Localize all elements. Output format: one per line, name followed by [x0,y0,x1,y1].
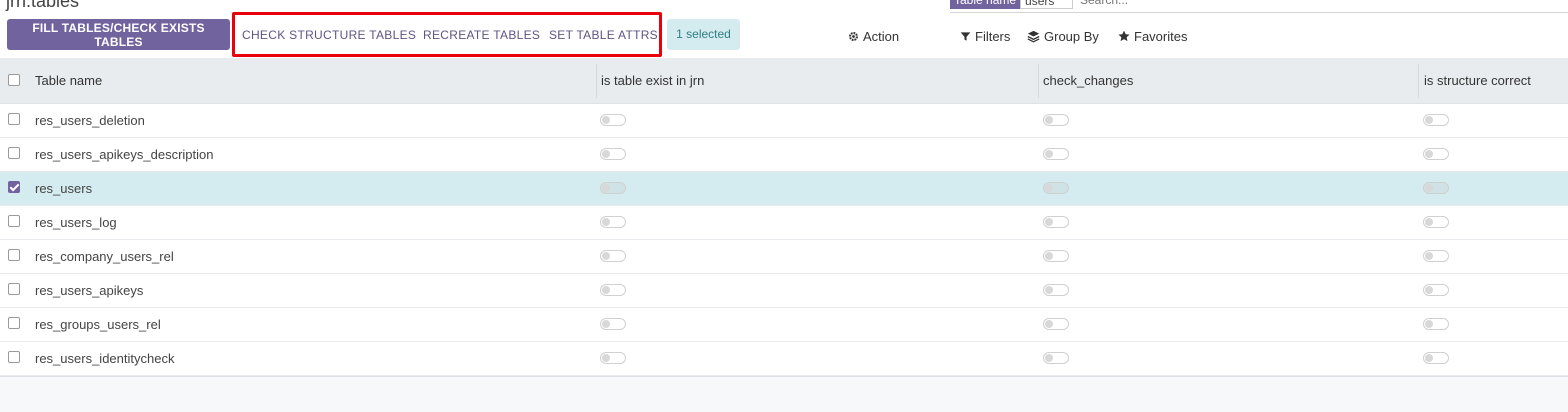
action-menu-button[interactable]: Action [848,26,899,46]
table-row[interactable]: res_company_users_rel [0,240,1568,274]
toggle-check-changes[interactable] [1043,148,1069,160]
toggle-exists[interactable] [600,250,626,262]
toggle-exists[interactable] [600,148,626,160]
search-facet[interactable]: Table name users [950,0,1074,9]
cell-table-name: res_company_users_rel [35,249,174,264]
filters-label: Filters [975,28,1011,44]
action-label: Action [863,28,900,44]
filter-icon [960,31,971,42]
column-header-exists[interactable]: is table exist in jrn [601,58,704,104]
cell-table-name: res_users_apikeys_description [35,147,214,162]
recreate-tables-button[interactable]: RECREATE TABLES [423,26,540,44]
row-checkbox[interactable] [8,317,20,329]
column-separator[interactable] [1038,64,1039,98]
toggle-structure-correct[interactable] [1423,284,1449,296]
filters-button[interactable]: Filters [960,26,1010,46]
toggle-structure-correct[interactable] [1423,250,1449,262]
table-row[interactable]: res_users_identitycheck [0,342,1568,376]
check-structure-tables-button[interactable]: CHECK STRUCTURE TABLES [242,26,416,44]
table-row[interactable]: res_users_log [0,206,1568,240]
row-checkbox[interactable] [8,147,20,159]
search-facet-label: Table name [950,0,1021,9]
search-input[interactable] [1080,0,1380,7]
column-header-check-changes[interactable]: check_changes [1043,58,1133,104]
group-by-label: Group By [1044,28,1099,44]
table-row[interactable]: res_groups_users_rel [0,308,1568,342]
toggle-structure-correct[interactable] [1423,148,1449,160]
set-table-attrs-button[interactable]: SET TABLE ATTRS [549,26,658,44]
column-separator[interactable] [596,64,597,98]
cell-table-name: res_users [35,181,93,196]
toggle-exists[interactable] [600,182,626,194]
fill-tables-button[interactable]: FILL TABLES/CHECK EXISTS TABLES [7,19,230,50]
page-title: jrn.tables [6,0,80,11]
search-facet-value: users [1020,0,1074,9]
layers-icon [1027,30,1040,43]
toggle-exists[interactable] [600,114,626,126]
column-separator[interactable] [1418,64,1419,98]
row-checkbox[interactable] [8,113,20,125]
control-panel: jrn.tables Table name users FILL TABLES/… [0,0,1568,58]
toggle-structure-correct[interactable] [1423,352,1449,364]
toggle-check-changes[interactable] [1043,352,1069,364]
toggle-check-changes[interactable] [1043,114,1069,126]
toggle-exists[interactable] [600,318,626,330]
row-checkbox[interactable] [8,283,20,295]
column-header-structure-correct[interactable]: is structure correct [1424,58,1531,104]
table-row[interactable]: res_users [0,172,1568,206]
table-body: res_users_deletion res_users_apikeys_desc… [0,104,1568,376]
favorites-label: Favorites [1134,28,1188,44]
selected-count-badge[interactable]: 1 selected [667,19,740,50]
select-all-checkbox[interactable] [8,74,20,86]
cell-table-name: res_groups_users_rel [35,317,161,332]
toggle-check-changes[interactable] [1043,182,1069,194]
row-checkbox[interactable] [8,249,20,261]
toggle-check-changes[interactable] [1043,216,1069,228]
table-header: Table name is table exist in jrn check_c… [0,58,1568,104]
gear-icon [848,31,859,42]
toggle-check-changes[interactable] [1043,318,1069,330]
search-bar[interactable]: Table name users [950,0,1568,13]
toggle-check-changes[interactable] [1043,250,1069,262]
cell-table-name: res_users_apikeys [35,283,144,298]
cell-table-name: res_users_deletion [35,113,145,128]
toggle-exists[interactable] [600,352,626,364]
list-footer [0,376,1568,412]
table-row[interactable]: res_users_apikeys [0,274,1568,308]
table-row[interactable]: res_users_apikeys_description [0,138,1568,172]
column-header-table-name[interactable]: Table name [35,58,102,104]
cell-table-name: res_users_identitycheck [35,351,175,366]
toggle-structure-correct[interactable] [1423,318,1449,330]
row-checkbox[interactable] [8,181,20,193]
toggle-check-changes[interactable] [1043,284,1069,296]
cell-table-name: res_users_log [35,215,117,230]
row-checkbox[interactable] [8,215,20,227]
group-by-button[interactable]: Group By [1027,26,1099,46]
toggle-structure-correct[interactable] [1423,182,1449,194]
favorites-button[interactable]: Favorites [1118,26,1187,46]
toggle-exists[interactable] [600,284,626,296]
table-row[interactable]: res_users_deletion [0,104,1568,138]
row-checkbox[interactable] [8,351,20,363]
toggle-structure-correct[interactable] [1423,216,1449,228]
star-icon [1118,30,1130,42]
toggle-structure-correct[interactable] [1423,114,1449,126]
toggle-exists[interactable] [600,216,626,228]
